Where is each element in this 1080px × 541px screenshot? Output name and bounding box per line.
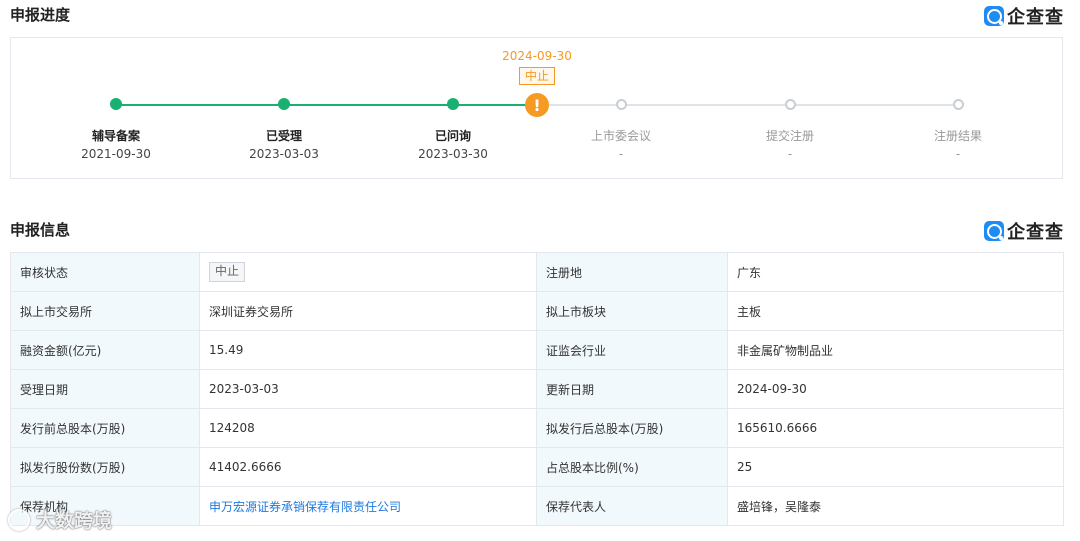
field-label: 拟上市板块 xyxy=(536,291,728,331)
step-date: 2021-09-30 xyxy=(81,147,151,161)
field-label: 拟发行后总股本(万股) xyxy=(536,408,728,448)
table-row: 拟发行股份数(万股) 41402.6666 占总股本比例(%) 25 xyxy=(10,447,1064,487)
field-value: 25 xyxy=(727,447,1064,487)
brand-name: 企查查 xyxy=(1007,7,1064,28)
field-value: 广东 xyxy=(727,252,1064,292)
field-label: 受理日期 xyxy=(10,369,200,409)
field-label: 证监会行业 xyxy=(536,330,728,370)
info-table: 审核状态 中止 注册地 广东 拟上市交易所 深圳证券交易所 拟上市板块 主板 融… xyxy=(10,252,1064,526)
step-dot-pending xyxy=(616,99,627,110)
step-label: 辅导备案 xyxy=(91,129,140,143)
field-label: 更新日期 xyxy=(536,369,728,409)
step-date: 2023-03-30 xyxy=(418,147,488,161)
field-label: 发行前总股本(万股) xyxy=(10,408,200,448)
step-label: 提交注册 xyxy=(765,129,814,143)
status-tag: 中止 xyxy=(519,67,555,85)
brand-name: 企查查 xyxy=(1007,222,1064,243)
step-label: 已问询 xyxy=(434,129,471,143)
status-badge: 中止 xyxy=(209,262,246,282)
table-row: 受理日期 2023-03-03 更新日期 2024-09-30 xyxy=(10,369,1064,409)
field-label: 融资金额(亿元) xyxy=(10,330,200,370)
field-value: 165610.6666 xyxy=(727,408,1064,448)
field-label: 保荐代表人 xyxy=(536,486,728,526)
step-dot-pending xyxy=(953,99,964,110)
field-value: 2023-03-03 xyxy=(199,369,537,409)
sponsor-link[interactable]: 申万宏源证券承销保荐有限责任公司 xyxy=(209,500,401,514)
step-date: - xyxy=(618,147,624,161)
field-value: 41402.6666 xyxy=(199,447,537,487)
step-date: - xyxy=(787,147,793,161)
watermark: 大数跨境 xyxy=(8,506,112,533)
field-value: 深圳证券交易所 xyxy=(199,291,537,331)
field-value: 124208 xyxy=(199,408,537,448)
field-label: 注册地 xyxy=(536,252,728,292)
brand-logo[interactable]: 企查查 xyxy=(984,3,1064,29)
step-dot-pending xyxy=(785,99,796,110)
progress-section-title: 申报进度 xyxy=(10,6,71,24)
step-label: 已受理 xyxy=(265,129,302,143)
field-value: 申万宏源证券承销保荐有限责任公司 xyxy=(199,486,537,526)
brand-logo-icon xyxy=(984,221,1004,241)
table-row: 融资金额(亿元) 15.49 证监会行业 非金属矿物制品业 xyxy=(10,330,1064,370)
watermark-text: 大数跨境 xyxy=(36,510,113,532)
table-row: 审核状态 中止 注册地 广东 xyxy=(10,252,1064,292)
table-row: 发行前总股本(万股) 124208 拟发行后总股本(万股) 165610.666… xyxy=(10,408,1064,448)
step-dot-done xyxy=(447,98,459,110)
brand-logo[interactable]: 企查查 xyxy=(984,218,1064,244)
table-row: 保荐机构 申万宏源证券承销保荐有限责任公司 保荐代表人 盛培锋，吴隆泰 xyxy=(10,486,1064,526)
progress-track-todo xyxy=(537,104,958,106)
status-date: 2024-09-30 xyxy=(502,49,572,63)
field-label: 拟上市交易所 xyxy=(10,291,200,331)
table-row: 拟上市交易所 深圳证券交易所 拟上市板块 主板 xyxy=(10,291,1064,331)
watermark-icon xyxy=(8,508,30,531)
field-value: 盛培锋，吴隆泰 xyxy=(727,486,1064,526)
field-value: 主板 xyxy=(727,291,1064,331)
field-label: 占总股本比例(%) xyxy=(536,447,728,487)
warning-icon: ! xyxy=(525,93,549,117)
progress-panel: 2024-09-30 中止 辅导备案 2021-09-30 已受理 2023-0… xyxy=(10,37,1063,179)
field-label: 拟发行股份数(万股) xyxy=(10,447,200,487)
field-value: 中止 xyxy=(199,252,537,292)
brand-logo-icon xyxy=(984,6,1004,26)
progress-track-done xyxy=(116,104,537,106)
field-value: 非金属矿物制品业 xyxy=(727,330,1064,370)
info-section-title: 申报信息 xyxy=(10,221,71,239)
step-date: 2023-03-03 xyxy=(249,147,319,161)
step-date: - xyxy=(955,147,961,161)
step-dot-done xyxy=(110,98,122,110)
step-label: 上市委会议 xyxy=(590,129,651,143)
field-value: 15.49 xyxy=(199,330,537,370)
field-value: 2024-09-30 xyxy=(727,369,1064,409)
field-label: 审核状态 xyxy=(10,252,200,292)
step-dot-done xyxy=(278,98,290,110)
step-label: 注册结果 xyxy=(933,129,982,143)
